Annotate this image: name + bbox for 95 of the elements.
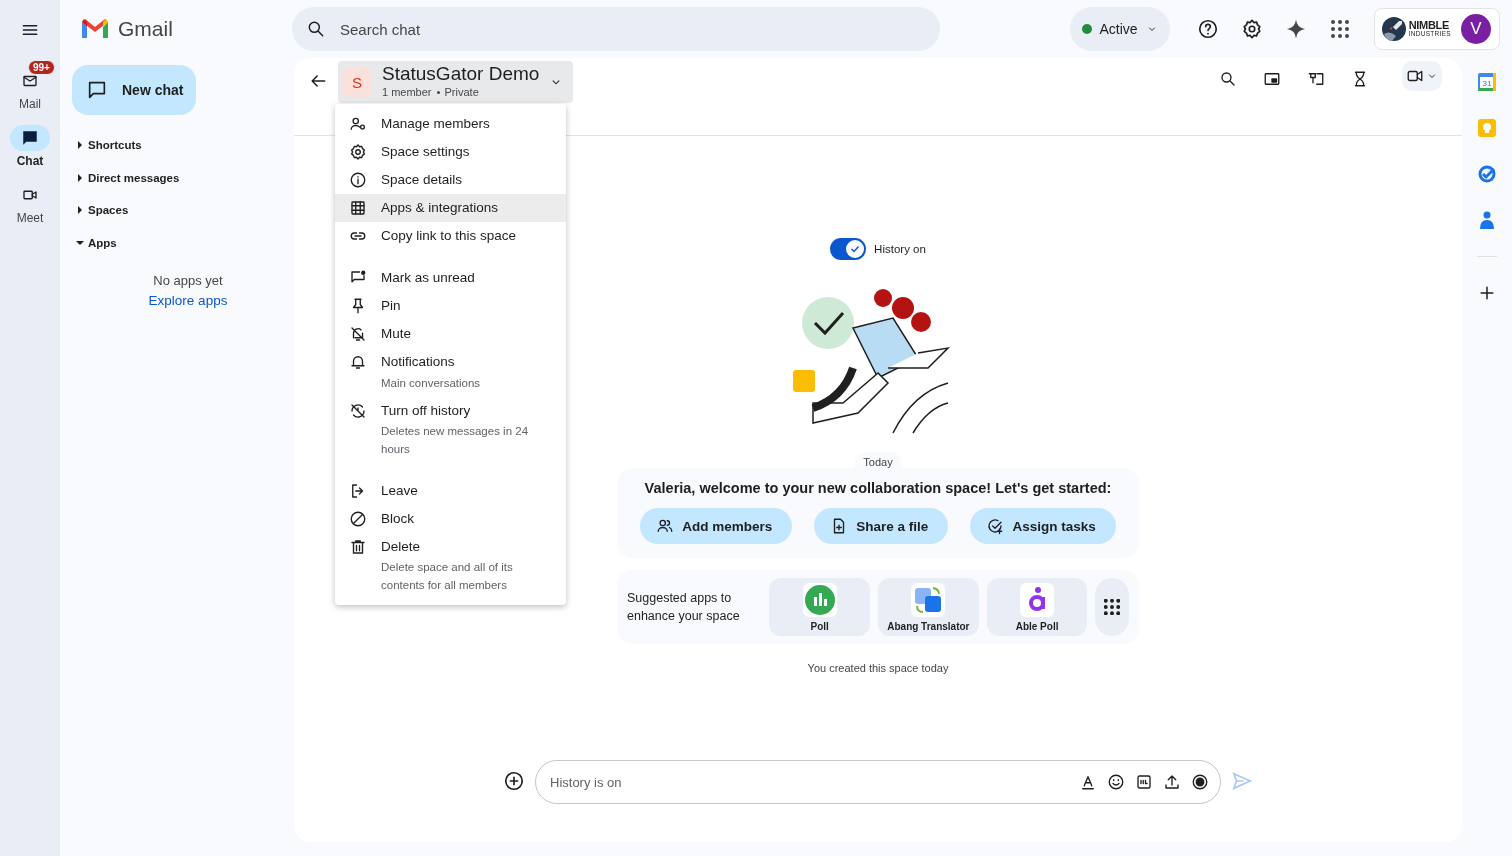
text-format-icon xyxy=(1079,773,1097,791)
menu-item[interactable]: Mute xyxy=(335,320,566,348)
rail-label: Mail xyxy=(19,97,41,111)
action-button[interactable]: Add members xyxy=(640,508,793,544)
nav-section[interactable]: Shortcuts xyxy=(72,129,282,162)
muted-bell-icon xyxy=(349,325,367,343)
apps-grid-icon xyxy=(1104,599,1121,615)
menu-item-description: Main conversations xyxy=(381,375,481,391)
more-apps-button[interactable] xyxy=(1095,578,1129,636)
menu-item[interactable]: Pin xyxy=(335,292,566,320)
menu-item[interactable]: Manage members xyxy=(335,110,566,138)
help-icon xyxy=(1196,18,1219,40)
contact-icon[interactable] xyxy=(1477,210,1497,230)
app-tile[interactable]: Abang Translator xyxy=(878,578,979,636)
app-name-label: Poll xyxy=(810,620,829,632)
info-icon xyxy=(349,171,367,189)
search-icon xyxy=(306,19,326,39)
bell-icon xyxy=(349,353,367,371)
rail-item[interactable]: Meet xyxy=(2,173,58,225)
unread-badge: 99+ xyxy=(28,60,55,75)
menu-item[interactable]: Block xyxy=(335,504,566,533)
menu-item[interactable]: Notifications Main conversations xyxy=(335,348,566,397)
rail-label: Chat xyxy=(16,154,44,168)
block-icon xyxy=(349,509,367,528)
settings-icon xyxy=(349,143,367,161)
window-icon xyxy=(1263,70,1281,88)
bar-chart-icon xyxy=(804,584,835,615)
pin-board-icon xyxy=(1307,70,1325,88)
rocket-logo-icon xyxy=(1380,16,1407,42)
app-name: Gmail xyxy=(118,17,173,41)
menu-item-description: Delete space and all of its contents for all members xyxy=(381,560,514,593)
menu-item[interactable]: Space details xyxy=(335,166,566,194)
menu-item[interactable]: Turn off history Deletes new messages in 24 hours xyxy=(335,396,566,463)
person-gear-icon xyxy=(349,115,367,133)
check-add-icon xyxy=(986,517,1005,535)
menu-item[interactable]: Copy link to this space xyxy=(335,222,566,250)
rail-item[interactable]: 99+ Mail xyxy=(2,59,58,111)
grid-icon xyxy=(349,199,367,217)
app-name-label: Able Poll xyxy=(1015,620,1059,632)
plus-circle-icon xyxy=(503,769,525,792)
translate-icon xyxy=(913,584,944,615)
action-button[interactable]: Assign tasks xyxy=(970,508,1116,544)
send-icon xyxy=(1231,769,1253,792)
history-off-icon xyxy=(349,401,367,420)
rail-label: Meet xyxy=(16,211,44,225)
logo-name: NIMBLE xyxy=(1408,20,1449,32)
space-avatar: S xyxy=(342,67,372,97)
menu-item-description: Deletes new messages in 24 hours xyxy=(381,424,530,457)
search-icon xyxy=(1219,70,1237,88)
gmail-logo-icon xyxy=(80,18,110,40)
menu-item[interactable]: Apps & integrations xyxy=(335,194,566,222)
space-title-button[interactable]: S StatusGator Demo 1 member Private xyxy=(338,61,574,103)
chat-bubble-icon xyxy=(86,79,108,101)
menu-item[interactable]: Space settings xyxy=(335,138,566,166)
calendar-icon[interactable]: 31 xyxy=(1477,72,1497,92)
space-name: StatusGator Demo xyxy=(382,64,540,86)
video-call-button[interactable] xyxy=(1402,61,1442,91)
nav-section[interactable]: Apps xyxy=(72,226,282,259)
menu-item[interactable]: Mark as unread xyxy=(335,264,566,292)
upload-icon xyxy=(1163,773,1181,791)
smiley-icon xyxy=(1107,773,1125,791)
explore-link[interactable]: Explore apps xyxy=(148,293,228,308)
nav-section[interactable]: Spaces xyxy=(72,194,282,227)
new-chat-button[interactable]: New chat xyxy=(72,65,196,115)
created-note: You created this space today xyxy=(807,662,949,674)
suggested-apps-label: Suggested apps to enhance your space xyxy=(627,589,741,625)
settings-icon xyxy=(1240,18,1263,40)
history-toggle[interactable] xyxy=(830,238,867,260)
member-count: 1 member xyxy=(382,85,432,100)
space-visibility: Private xyxy=(444,85,479,100)
people-icon xyxy=(656,517,675,535)
chat-icon xyxy=(21,129,39,147)
status-button[interactable]: Active xyxy=(1069,7,1170,51)
search-field[interactable]: Search chat xyxy=(292,7,940,51)
welcome-text: Valeria, welcome to your new collaboration space! Let's get started: xyxy=(644,480,1112,496)
message-field[interactable]: History is on xyxy=(535,760,1221,804)
menu-item[interactable]: Leave xyxy=(335,476,566,505)
gif-icon xyxy=(1135,773,1153,791)
check-icon xyxy=(849,243,862,255)
date-label: Today xyxy=(855,452,901,468)
status-dot xyxy=(1081,24,1092,34)
record-icon xyxy=(1191,773,1209,791)
app-tile[interactable]: Able Poll xyxy=(986,578,1088,636)
action-button[interactable]: Share a file xyxy=(814,508,949,544)
apps-grid-icon xyxy=(1330,20,1349,38)
rail-item[interactable]: Chat xyxy=(2,116,58,168)
empty-text: No apps yet xyxy=(153,273,223,288)
tasks-icon[interactable] xyxy=(1477,164,1497,184)
user-avatar[interactable]: V xyxy=(1461,14,1491,44)
nav-section[interactable]: Direct messages xyxy=(72,161,282,194)
app-name-label: Abang Translator xyxy=(887,620,970,632)
history-label: History on xyxy=(874,243,926,255)
trash-icon xyxy=(349,537,367,556)
menu-item[interactable]: Delete Delete space and all of its contents for all members xyxy=(335,532,566,599)
app-tile[interactable]: Poll xyxy=(769,578,870,636)
